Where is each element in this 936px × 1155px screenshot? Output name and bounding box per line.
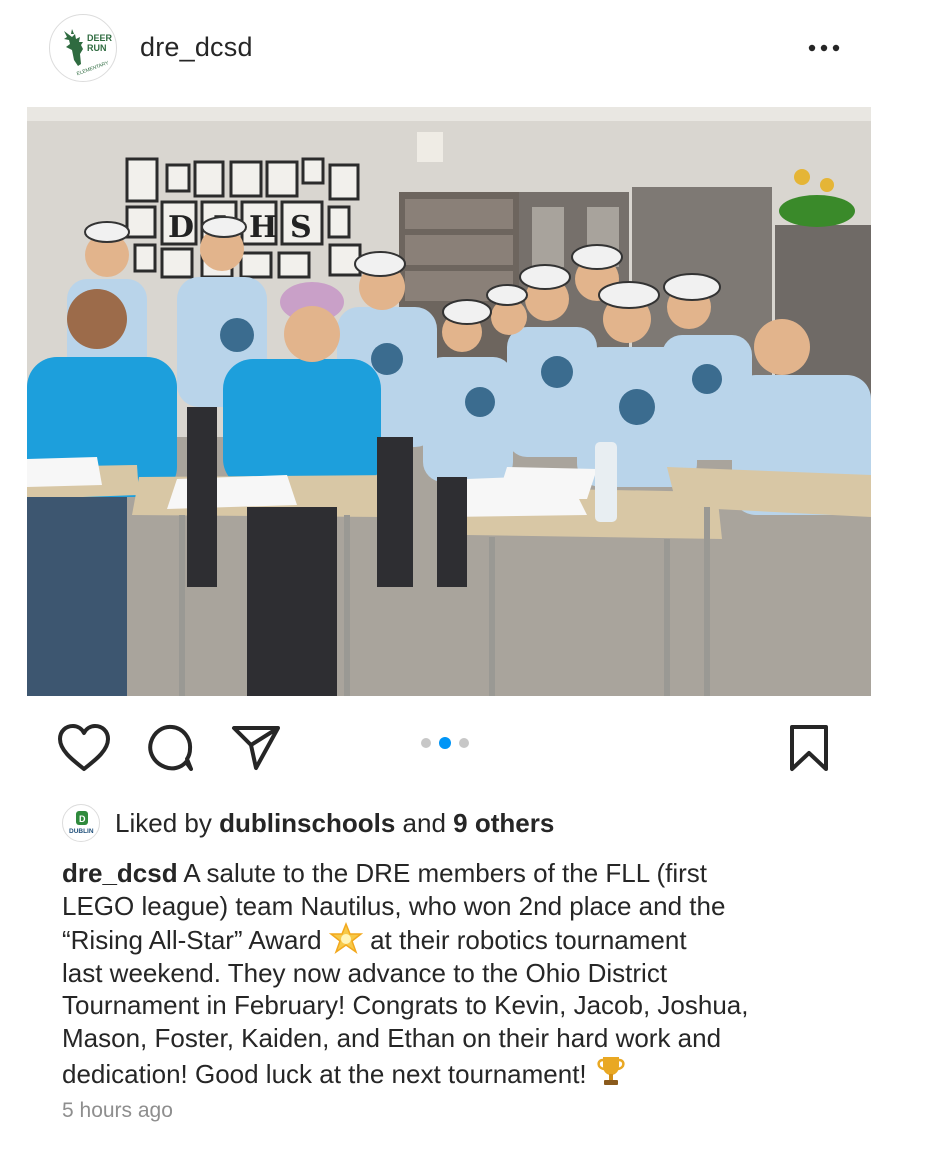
svg-text:D: D (79, 814, 86, 824)
likes-row: D DUBLIN Liked by dublinschools and 9 ot… (62, 803, 554, 843)
caption-line: Tournament in February! Congrats to Kevi… (62, 990, 749, 1020)
likes-prefix: Liked by (115, 807, 220, 838)
svg-text:DUBLIN: DUBLIN (69, 828, 94, 835)
svg-text:S: S (290, 210, 312, 245)
svg-text:DEER: DEER (87, 33, 113, 43)
post-username[interactable]: dre_dcsd (140, 32, 253, 63)
deer-run-logo-icon: DEER RUN ELEMENTARY (64, 29, 113, 77)
more-horizontal-icon[interactable] (804, 38, 844, 58)
send-icon[interactable] (231, 724, 281, 772)
post-caption: dre_dcsd A salute to the DRE members of … (62, 857, 862, 1091)
trophy-icon (597, 1057, 625, 1085)
post-image[interactable]: DI HS (27, 107, 871, 696)
caption-line: dre_dcsd A salute to the DRE members of … (62, 857, 862, 890)
caption-line: dedication! Good luck at the next tourna… (62, 1054, 862, 1091)
caption-line: Mason, Foster, Kaiden, and Ethan on thei… (62, 1022, 722, 1053)
likes-others[interactable]: 9 others (453, 808, 554, 838)
likes-summary[interactable]: Liked by dublinschools and 9 others (115, 808, 554, 839)
likes-middle: and (395, 807, 454, 838)
svg-text:RUN: RUN (87, 43, 107, 53)
svg-text:D: D (168, 210, 194, 245)
classroom-team-photo: DI HS (27, 107, 871, 696)
comment-icon[interactable] (146, 724, 194, 772)
carousel-indicator (421, 736, 469, 750)
carousel-dot[interactable] (459, 738, 469, 748)
heart-icon[interactable] (57, 724, 111, 772)
caption-line: LEGO league) team Nautilus, who won 2nd … (62, 890, 726, 921)
glowing-star-icon (328, 922, 363, 954)
post-header: DEER RUN ELEMENTARY dre_dcsd (0, 0, 936, 100)
caption-text: dedication! Good luck at the next tourna… (62, 1059, 594, 1089)
liker-username[interactable]: dublinschools (219, 808, 395, 838)
svg-text:H: H (249, 210, 277, 245)
caption-line: “Rising All-Star” Award at their robotic… (62, 922, 862, 957)
carousel-dot-active[interactable] (439, 737, 451, 749)
caption-username[interactable]: dre_dcsd (62, 858, 178, 888)
carousel-dot[interactable] (421, 738, 431, 748)
caption-line: last weekend. They now advance to the Oh… (62, 957, 668, 988)
post-timestamp: 5 hours ago (62, 1099, 173, 1122)
caption-text: A salute to the DRE members of the FLL (… (177, 858, 707, 888)
bookmark-icon[interactable] (788, 724, 830, 772)
liker-avatar[interactable]: D DUBLIN (62, 804, 100, 842)
profile-avatar[interactable]: DEER RUN ELEMENTARY (49, 14, 117, 82)
dublin-schools-logo-icon: D DUBLIN (69, 811, 94, 835)
svg-text:ELEMENTARY: ELEMENTARY (76, 60, 110, 77)
caption-text: “Rising All-Star” Award (62, 925, 329, 955)
caption-text: at their robotics tournament (362, 925, 687, 955)
